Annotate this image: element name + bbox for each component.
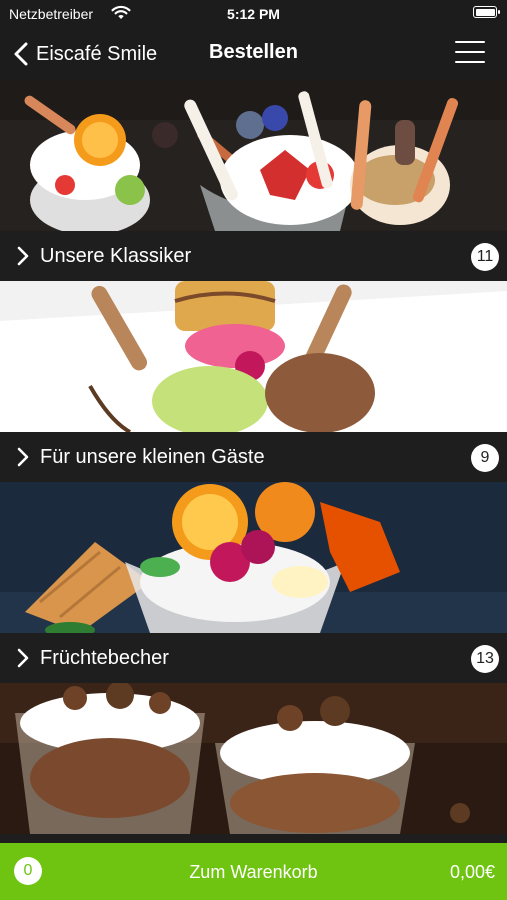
cart-total: 0,00€ bbox=[449, 862, 495, 882]
hamburger-menu-icon[interactable] bbox=[455, 41, 485, 63]
category-image bbox=[0, 281, 507, 432]
category-item-4[interactable] bbox=[0, 683, 507, 843]
category-header bbox=[0, 834, 507, 843]
category-header: Früchtebecher 13 bbox=[0, 633, 507, 683]
item-count-badge: 13 bbox=[471, 645, 499, 673]
category-label: Unsere Klassiker bbox=[40, 244, 192, 267]
item-count-badge: 9 bbox=[471, 444, 499, 472]
category-list: Unsere Klassiker 11 Für unsere kleinen G… bbox=[0, 80, 507, 843]
cart-button[interactable]: 0 Zum Warenkorb 0,00€ bbox=[0, 843, 507, 900]
chevron-left-icon bbox=[14, 42, 28, 66]
category-header: Unsere Klassiker 11 bbox=[0, 231, 507, 281]
item-count-badge: 11 bbox=[471, 243, 499, 271]
category-header: Für unsere kleinen Gäste 9 bbox=[0, 432, 507, 482]
category-label: Für unsere kleinen Gäste bbox=[40, 445, 265, 468]
category-item-kleine-gaeste[interactable]: Für unsere kleinen Gäste 9 bbox=[0, 281, 507, 482]
back-button[interactable]: Eiscafé Smile bbox=[14, 38, 157, 70]
chevron-right-icon bbox=[17, 648, 29, 668]
chevron-right-icon bbox=[17, 447, 29, 467]
cart-label: Zum Warenkorb bbox=[189, 862, 318, 882]
navigation-bar: Eiscafé Smile Bestellen bbox=[0, 28, 507, 80]
cart-count-badge: 0 bbox=[14, 857, 42, 885]
chevron-right-icon bbox=[17, 246, 29, 266]
category-item-unsere-klassiker[interactable]: Unsere Klassiker 11 bbox=[0, 80, 507, 281]
category-image bbox=[0, 482, 507, 633]
category-label: Früchtebecher bbox=[40, 646, 169, 669]
category-image bbox=[0, 683, 507, 834]
back-label: Eiscafé Smile bbox=[36, 42, 158, 65]
status-bar: Netzbetreiber 5:12 PM bbox=[0, 0, 507, 28]
category-image bbox=[0, 80, 507, 231]
battery-icon bbox=[473, 6, 500, 18]
category-item-fruechtebecher[interactable]: Früchtebecher 13 bbox=[0, 482, 507, 683]
status-time: 5:12 PM bbox=[227, 6, 280, 22]
